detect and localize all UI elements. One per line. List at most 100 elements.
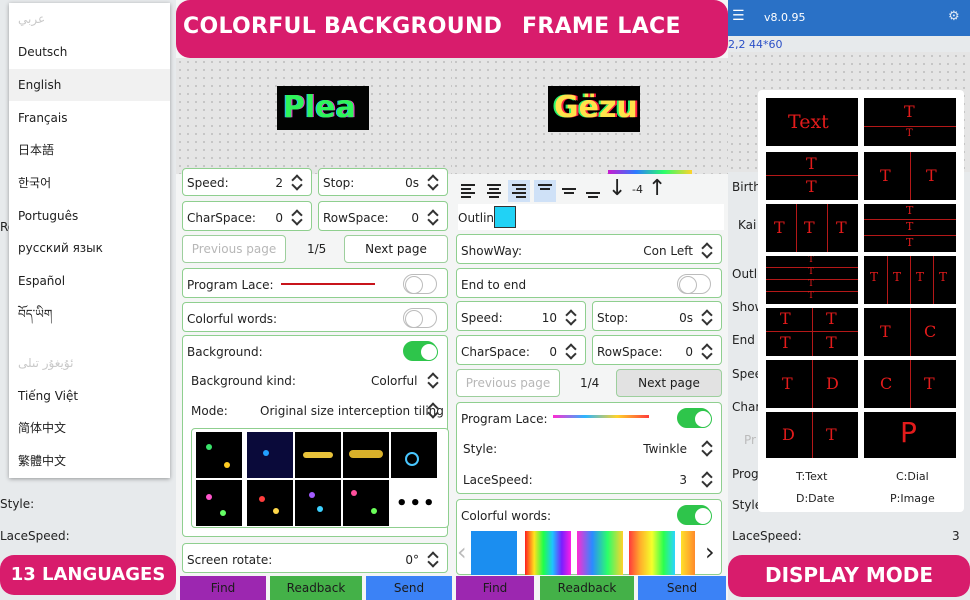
stepper-icon[interactable] xyxy=(702,309,712,325)
font-size-down-icon[interactable]: ↓ xyxy=(608,175,626,203)
background-tile[interactable] xyxy=(247,480,293,526)
lang-item-french[interactable]: Français xyxy=(9,102,170,134)
background-tile[interactable] xyxy=(295,480,341,526)
stepper-icon[interactable] xyxy=(292,209,302,225)
background-toggle[interactable] xyxy=(403,341,438,361)
lang-item-english[interactable]: English xyxy=(9,69,170,101)
mode-value[interactable]: Original size interception tiling xyxy=(260,404,444,418)
lang-item-traditional-chinese[interactable]: 繁體中文 xyxy=(9,445,170,477)
lang-item-arabic[interactable]: عربي xyxy=(9,3,170,35)
stop-row[interactable]: Stop: 0s xyxy=(318,168,448,196)
rowspace-row[interactable]: RowSpace: 0 xyxy=(592,335,722,365)
colorful-words-toggle[interactable] xyxy=(677,505,712,525)
stepper-icon[interactable] xyxy=(566,309,576,325)
send-button[interactable]: Send xyxy=(638,576,726,600)
lang-item-vietnamese[interactable]: Tiếng Việt xyxy=(9,380,170,412)
align-center-icon[interactable] xyxy=(487,184,501,198)
mode-tile-text[interactable]: Text xyxy=(766,98,858,146)
stepper-icon[interactable] xyxy=(702,343,712,359)
settings-gear-icon[interactable]: ⚙ xyxy=(948,10,962,24)
color-swatch[interactable] xyxy=(525,531,571,575)
mode-selector-icon[interactable] xyxy=(428,402,438,418)
mode-tile-dial-text[interactable]: CT xyxy=(864,360,956,408)
screen-rotate-stepper-icon[interactable] xyxy=(428,551,438,567)
mode-tile-text-dial[interactable]: TC xyxy=(864,308,956,356)
find-button[interactable]: Find xyxy=(180,576,266,600)
program-lace-toggle[interactable] xyxy=(403,274,437,294)
color-swatch[interactable] xyxy=(681,531,695,575)
background-tile[interactable] xyxy=(343,432,389,478)
mode-tile-2rows[interactable]: TT xyxy=(766,152,858,200)
colorful-words-toggle[interactable] xyxy=(403,308,437,328)
send-button[interactable]: Send xyxy=(366,576,452,600)
find-button[interactable]: Find xyxy=(456,576,534,600)
next-page-button[interactable]: Next page xyxy=(616,369,722,397)
background-tile[interactable] xyxy=(391,432,437,478)
mode-tile-text-date[interactable]: TD xyxy=(766,360,858,408)
background-tile[interactable] xyxy=(196,480,242,526)
align-middle-icon[interactable] xyxy=(562,184,576,197)
readback-program-button[interactable]: Readback Program xyxy=(540,576,634,600)
mode-tile-2rows-thin[interactable]: TT xyxy=(864,98,956,146)
stepper-icon[interactable] xyxy=(292,174,302,190)
chevron-right-icon[interactable]: › xyxy=(705,538,715,566)
next-page-button[interactable]: Next page xyxy=(344,235,448,263)
color-swatch-selected[interactable] xyxy=(577,531,623,575)
lang-item-japanese[interactable]: 日本語 xyxy=(9,134,170,166)
background-tile[interactable] xyxy=(295,432,341,478)
showway-selector-icon[interactable] xyxy=(702,242,712,258)
mode-tile-4cols[interactable]: TTTT xyxy=(864,256,956,304)
more-backgrounds-icon[interactable]: ••• xyxy=(396,493,437,514)
stepper-icon[interactable] xyxy=(428,209,438,225)
color-swatch[interactable] xyxy=(471,531,517,575)
outline-color-swatch[interactable] xyxy=(494,206,516,228)
background-tile[interactable] xyxy=(343,480,389,526)
rowspace-row[interactable]: RowSpace: 0 xyxy=(318,201,448,231)
lang-item-spanish[interactable]: Español xyxy=(9,265,170,297)
mode-tile-quad[interactable]: TTTT xyxy=(766,308,858,356)
charspace-row[interactable]: CharSpace: 0 xyxy=(456,335,586,365)
font-size-up-icon[interactable]: ↑ xyxy=(648,175,666,203)
stepper-icon[interactable] xyxy=(566,343,576,359)
end-to-end-toggle[interactable] xyxy=(677,274,711,294)
align-left-icon[interactable] xyxy=(461,184,475,198)
lang-item-russian[interactable]: русский язык xyxy=(9,232,170,264)
screen-rotate-row[interactable]: Screen rotate: 0° xyxy=(182,543,448,573)
mode-tile-image[interactable]: P xyxy=(864,412,956,458)
background-kind-selector-icon[interactable] xyxy=(428,372,438,388)
background-kind-value[interactable]: Colorful xyxy=(371,374,418,388)
lang-item-simplified-chinese[interactable]: 简体中文 xyxy=(9,412,170,444)
align-bottom-icon[interactable] xyxy=(586,184,600,198)
previous-page-button[interactable]: Previous page xyxy=(182,235,286,263)
background-tile[interactable] xyxy=(247,432,293,478)
mode-tile-date-text[interactable]: DT xyxy=(766,412,858,458)
colorful-words-row[interactable]: Colorful words: xyxy=(182,302,448,332)
style-value[interactable]: Twinkle xyxy=(643,442,687,456)
mode-tile-3rows[interactable]: TTT xyxy=(864,204,956,252)
stop-row[interactable]: Stop: 0s xyxy=(592,301,722,331)
lacespeed-stepper-icon[interactable] xyxy=(702,471,712,487)
speed-row[interactable]: Speed: 2 xyxy=(182,168,312,196)
previous-page-button[interactable]: Previous page xyxy=(456,369,560,397)
lang-item-german[interactable]: Deutsch xyxy=(9,36,170,68)
showway-row[interactable]: ShowWay: Con Left xyxy=(456,234,722,264)
mode-tile-3cols[interactable]: TTT xyxy=(766,204,858,252)
mode-tile-2cols[interactable]: TT xyxy=(864,152,956,200)
chevron-left-icon[interactable]: ‹ xyxy=(457,538,467,566)
speed-row[interactable]: Speed: 10 xyxy=(456,301,586,331)
lang-item-portuguese[interactable]: Português xyxy=(9,200,170,232)
style-selector-icon[interactable] xyxy=(702,440,712,456)
color-swatch[interactable] xyxy=(629,531,675,575)
align-top-icon[interactable] xyxy=(534,180,556,202)
menu-icon[interactable]: ☰ xyxy=(732,9,748,23)
end-to-end-row[interactable]: End to end xyxy=(456,268,722,298)
background-tile[interactable] xyxy=(196,432,242,478)
readback-program-button[interactable]: Readback Program xyxy=(270,576,362,600)
mode-tile-4rows[interactable]: TTTT xyxy=(766,256,858,304)
align-right-icon[interactable] xyxy=(508,180,530,202)
charspace-row[interactable]: CharSpace: 0 xyxy=(182,201,312,231)
stepper-icon[interactable] xyxy=(428,174,438,190)
lang-item-korean[interactable]: 한국어 xyxy=(9,167,170,199)
lang-item-tibetan[interactable]: བོད་ཡིག xyxy=(9,298,170,330)
program-lace-toggle[interactable] xyxy=(677,408,712,428)
